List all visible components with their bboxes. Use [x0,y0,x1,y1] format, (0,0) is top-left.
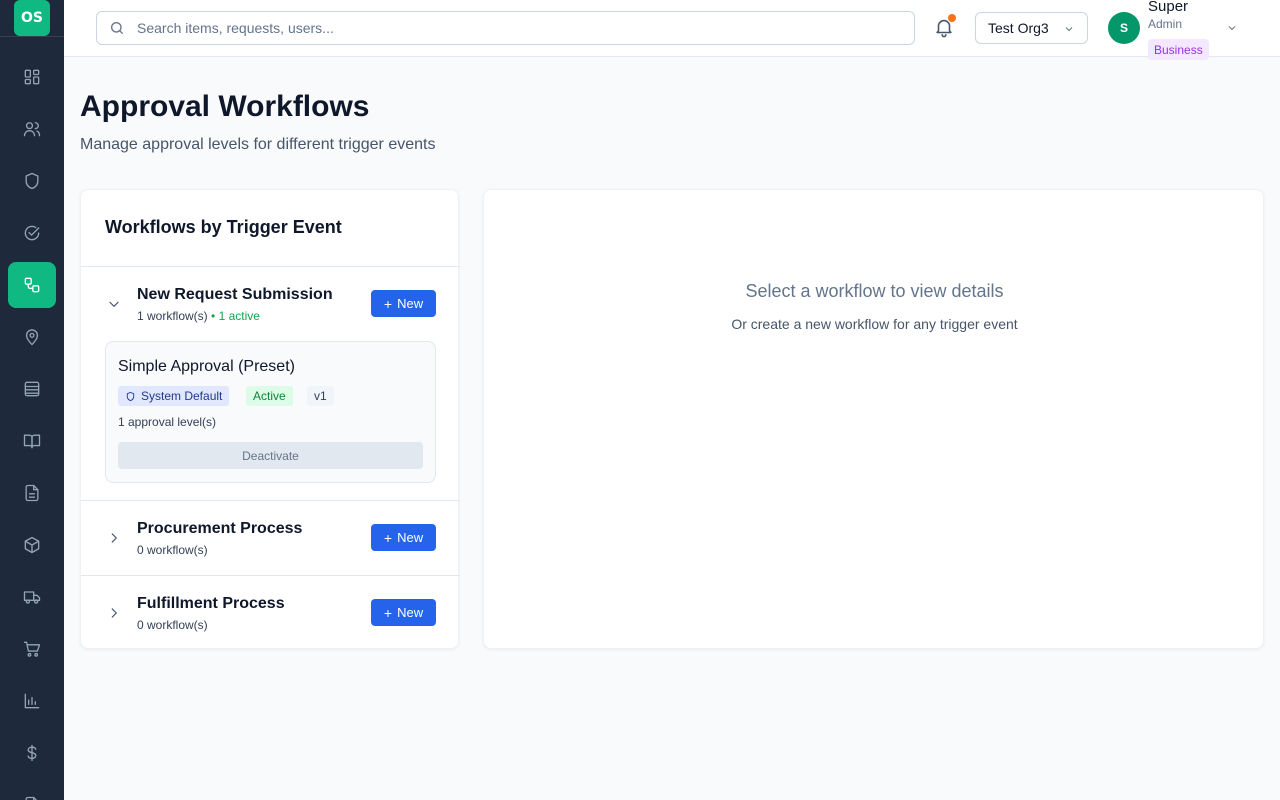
chevron-down-icon[interactable] [107,297,121,311]
system-default-badge: System Default [118,386,230,406]
sidebar-item-approvals[interactable] [8,210,56,256]
group-title[interactable]: Procurement Process [137,520,302,538]
version-badge: v1 [307,386,334,406]
top-bar: Test Org3 S Super Admin Business [64,0,1280,60]
search-box[interactable] [96,11,915,45]
dollar-icon [27,744,37,762]
sidebar-item-users[interactable] [8,106,56,152]
approval-levels: 1 approval level(s) [118,415,217,429]
divider [81,575,460,576]
workflow-count: 0 workflow(s) [137,618,208,632]
sidebar-item-storage[interactable] [8,366,56,412]
org-name: Test Org3 [988,20,1049,36]
page-title: Approval Workflows [80,90,370,123]
shield-icon [126,391,135,401]
notification-dot [948,14,956,22]
group-title[interactable]: New Request Submission [137,286,333,304]
sidebar-item-inventory[interactable] [8,522,56,568]
package-icon [24,536,40,554]
new-button-label: New [397,530,424,545]
plan-badge: Business [1148,39,1209,60]
plus-icon: + [383,529,393,546]
users-icon [23,122,41,137]
workflow-card[interactable]: Simple Approval (Preset) System Default … [105,341,436,483]
sidebar-item-orders[interactable] [8,626,56,672]
truck-icon [23,591,41,604]
database-icon [24,381,40,397]
new-button-label: New [397,605,424,620]
notifications-button[interactable] [933,14,957,40]
user-role: Admin [1148,17,1183,31]
document-icon [25,484,39,502]
new-button-label: New [397,296,424,311]
app-logo[interactable]: OS [14,0,50,36]
search-input[interactable] [137,20,914,36]
sidebar-item-documents[interactable] [8,470,56,516]
dashboard-icon [24,69,40,85]
sidebar-item-security[interactable] [8,158,56,204]
workflow-icon [24,277,40,293]
org-selector[interactable]: Test Org3 [975,12,1088,44]
workflow-name: Simple Approval (Preset) [118,358,295,375]
page-subtitle: Manage approval levels for different tri… [80,136,436,153]
status-badge: Active [246,386,293,406]
sidebar-item-shipping[interactable] [8,574,56,620]
workflows-panel: Workflows by Trigger Event New Request S… [80,189,460,649]
panel-title: Workflows by Trigger Event [105,217,342,237]
cart-icon [23,641,41,657]
chevron-down-icon [1065,27,1073,32]
location-pin-icon [25,329,39,346]
deactivate-button[interactable]: Deactivate [118,442,423,469]
sidebar-item-catalog[interactable] [8,418,56,464]
chevron-right-icon[interactable] [107,531,121,545]
plus-icon: + [383,295,393,312]
group-count: 1 workflow(s) • 1 active [137,309,260,323]
book-icon [23,434,41,449]
search-icon [111,22,123,34]
bar-chart-icon [24,693,40,709]
workflow-details-panel: Select a workflow to view details Or cre… [483,189,1264,649]
sidebar-item-workflows[interactable] [8,262,56,308]
chevron-right-icon[interactable] [107,606,121,620]
empty-state-subtitle: Or create a new workflow for any trigger… [731,316,1018,332]
plus-icon: + [383,604,393,621]
badge-label: System Default [141,389,223,403]
active-count: • 1 active [211,309,260,323]
sidebar-item-more[interactable] [8,782,56,800]
user-name: Super [1148,0,1189,15]
new-workflow-button[interactable]: + New [371,524,436,551]
sidebar: OS [0,0,64,800]
sidebar-item-dashboard[interactable] [8,54,56,100]
sidebar-item-reports[interactable] [8,678,56,724]
group-title[interactable]: Fulfillment Process [137,595,285,613]
divider [81,500,460,501]
empty-state-title: Select a workflow to view details [745,281,1004,301]
sidebar-item-locations[interactable] [8,314,56,360]
logo-container: OS [0,0,64,37]
check-circle-icon [24,225,40,241]
document-icon [25,796,38,800]
workflow-count: 0 workflow(s) [137,543,208,557]
sidebar-item-finance[interactable] [8,730,56,776]
avatar[interactable]: S [1108,12,1140,44]
shield-icon [25,172,39,190]
workflow-count: 1 workflow(s) [137,309,208,323]
chevron-down-icon[interactable] [1226,22,1238,34]
new-workflow-button[interactable]: + New [371,290,436,317]
new-workflow-button[interactable]: + New [371,599,436,626]
divider [81,266,460,267]
